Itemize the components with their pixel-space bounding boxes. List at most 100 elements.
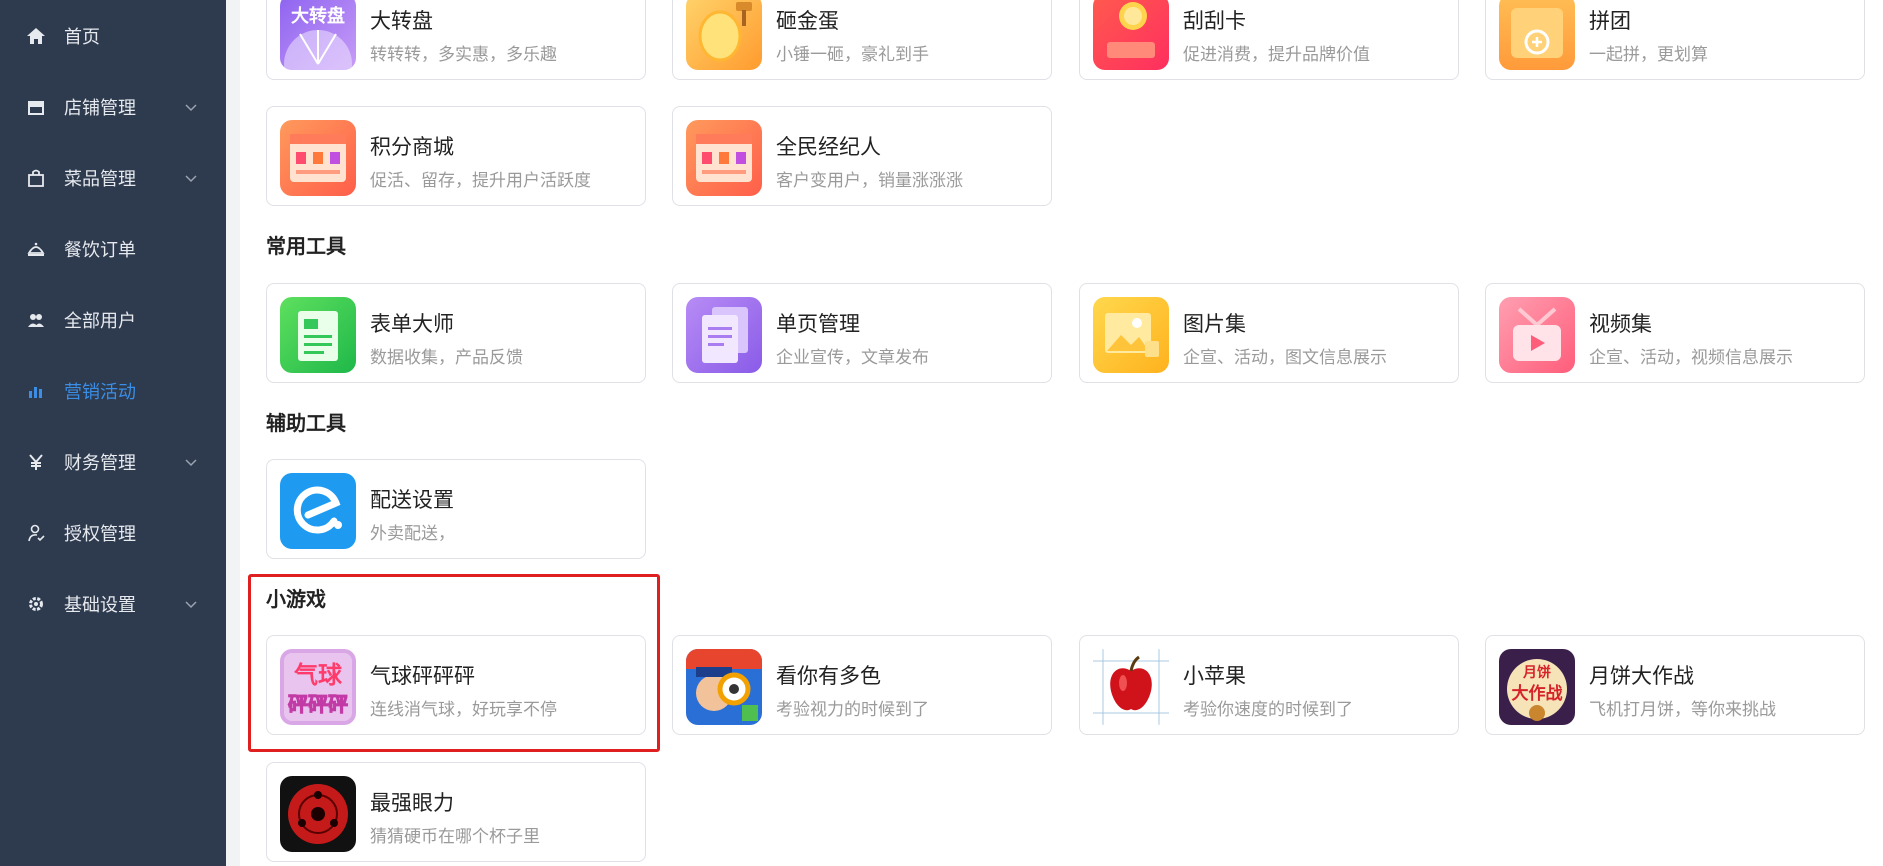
card-single-page[interactable]: 单页管理 企业宣传，文章发布 xyxy=(672,283,1052,383)
sidebar-item-authorization[interactable]: 授权管理 xyxy=(0,508,226,558)
card-title: 最强眼力 xyxy=(370,791,454,815)
sidebar-item-finance[interactable]: 财务管理 xyxy=(0,437,226,487)
home-icon xyxy=(24,24,48,48)
chevron-down-icon xyxy=(184,171,198,185)
sidebar-item-settings[interactable]: 基础设置 xyxy=(0,579,226,629)
card-desc: 小锤一砸，豪礼到手 xyxy=(776,45,929,65)
chevron-down-icon xyxy=(184,100,198,114)
gallery-icon xyxy=(1093,297,1169,373)
svg-text:砰砰砰: 砰砰砰 xyxy=(288,692,348,716)
page-icon xyxy=(686,297,762,373)
section-title-aux-tools: 辅助工具 xyxy=(266,411,346,435)
card-desc: 数据收集，产品反馈 xyxy=(370,348,523,368)
balloon-game-icon: 气球 砰砰砰 xyxy=(280,649,356,725)
broker-icon xyxy=(686,120,762,196)
card-golden-egg[interactable]: 砸金蛋 小锤一砸，豪礼到手 xyxy=(672,0,1052,80)
card-title: 积分商城 xyxy=(370,135,454,159)
main-area: 大转盘 大转盘 转转转，多实惠，多乐趣 砸金蛋 小锤一砸，豪礼到手 刮刮卡 促进… xyxy=(226,0,1883,866)
delivery-icon xyxy=(280,473,356,549)
card-scratch-card[interactable]: 刮刮卡 促进消费，提升品牌价值 xyxy=(1079,0,1459,80)
eye-icon xyxy=(280,776,356,852)
card-title: 图片集 xyxy=(1183,312,1246,336)
points-mall-icon xyxy=(280,120,356,196)
card-title: 看你有多色 xyxy=(776,664,881,688)
card-title: 视频集 xyxy=(1589,312,1652,336)
store-icon xyxy=(24,95,48,119)
card-title: 刮刮卡 xyxy=(1183,9,1246,33)
color-game-icon xyxy=(686,649,762,725)
sidebar-item-label: 菜品管理 xyxy=(64,169,136,190)
card-title: 表单大师 xyxy=(370,312,454,336)
card-form-master[interactable]: 表单大师 数据收集，产品反馈 xyxy=(266,283,646,383)
card-little-apple[interactable]: 小苹果 考验你速度的时候到了 xyxy=(1079,635,1459,735)
wheel-icon: 大转盘 xyxy=(280,0,356,70)
sidebar-item-marketing[interactable]: 营销活动 xyxy=(0,366,226,416)
card-desc: 外卖配送， xyxy=(370,524,455,544)
card-title: 砸金蛋 xyxy=(776,9,839,33)
golden-egg-icon xyxy=(686,0,762,70)
svg-text:月饼: 月饼 xyxy=(1522,664,1551,681)
section-title-common-tools: 常用工具 xyxy=(266,234,346,258)
sidebar-item-home[interactable]: 首页 xyxy=(0,11,226,61)
card-title: 小苹果 xyxy=(1183,664,1246,688)
sidebar-item-orders[interactable]: 餐饮订单 xyxy=(0,224,226,274)
sidebar-item-dishes[interactable]: 菜品管理 xyxy=(0,153,226,203)
card-mooncake-battle[interactable]: 月饼 大作战 月饼大作战 飞机打月饼，等你来挑战 xyxy=(1485,635,1865,735)
bag-icon xyxy=(24,166,48,190)
chevron-down-icon xyxy=(184,597,198,611)
card-desc: 促进消费，提升品牌价值 xyxy=(1183,45,1370,65)
card-points-mall[interactable]: 积分商城 促活、留存，提升用户活跃度 xyxy=(266,106,646,206)
content-panel: 大转盘 大转盘 转转转，多实惠，多乐趣 砸金蛋 小锤一砸，豪礼到手 刮刮卡 促进… xyxy=(240,0,1883,866)
card-title: 大转盘 xyxy=(370,9,433,33)
mooncake-icon: 月饼 大作战 xyxy=(1499,649,1575,725)
user-auth-icon xyxy=(24,521,48,545)
apple-icon xyxy=(1093,649,1169,725)
card-gallery[interactable]: 图片集 企宣、活动，图文信息展示 xyxy=(1079,283,1459,383)
sidebar-item-label: 营销活动 xyxy=(64,382,136,403)
card-desc: 一起拼，更划算 xyxy=(1589,45,1708,65)
card-balloon-game[interactable]: 气球 砰砰砰 气球砰砰砰 连线消气球，好玩享不停 xyxy=(266,635,646,735)
svg-text:大转盘: 大转盘 xyxy=(291,5,345,27)
card-desc: 企宣、活动，视频信息展示 xyxy=(1589,348,1793,368)
card-desc: 飞机打月饼，等你来挑战 xyxy=(1589,700,1776,720)
sidebar-item-label: 财务管理 xyxy=(64,453,136,474)
card-strongest-eye[interactable]: 最强眼力 猜猜硬币在哪个杯子里 xyxy=(266,762,646,862)
card-desc: 企宣、活动，图文信息展示 xyxy=(1183,348,1387,368)
svg-text:大作战: 大作战 xyxy=(1512,683,1563,704)
card-title: 单页管理 xyxy=(776,312,860,336)
card-desc: 连线消气球，好玩享不停 xyxy=(370,700,557,720)
card-broker[interactable]: 全民经纪人 客户变用户，销量涨涨涨 xyxy=(672,106,1052,206)
card-delivery-settings[interactable]: 配送设置 外卖配送， xyxy=(266,459,646,559)
gear-icon xyxy=(24,592,48,616)
sidebar-item-label: 首页 xyxy=(64,27,100,48)
video-icon xyxy=(1499,297,1575,373)
card-desc: 客户变用户，销量涨涨涨 xyxy=(776,171,963,191)
yen-icon xyxy=(24,450,48,474)
card-desc: 促活、留存，提升用户活跃度 xyxy=(370,171,591,191)
card-wheel[interactable]: 大转盘 大转盘 转转转，多实惠，多乐趣 xyxy=(266,0,646,80)
card-color-game[interactable]: 看你有多色 考验视力的时候到了 xyxy=(672,635,1052,735)
form-icon xyxy=(280,297,356,373)
sidebar-item-store[interactable]: 店铺管理 xyxy=(0,82,226,132)
group-buy-icon xyxy=(1499,0,1575,70)
card-desc: 考验视力的时候到了 xyxy=(776,700,929,720)
scratch-card-icon xyxy=(1093,0,1169,70)
card-group-buy[interactable]: 拼团 一起拼，更划算 xyxy=(1485,0,1865,80)
chevron-down-icon xyxy=(184,455,198,469)
sidebar-item-label: 授权管理 xyxy=(64,524,136,545)
sidebar-item-users[interactable]: 全部用户 xyxy=(0,295,226,345)
card-desc: 转转转，多实惠，多乐趣 xyxy=(370,45,557,65)
card-title: 气球砰砰砰 xyxy=(370,664,475,688)
card-video-set[interactable]: 视频集 企宣、活动，视频信息展示 xyxy=(1485,283,1865,383)
svg-text:气球: 气球 xyxy=(293,661,343,689)
card-title: 拼团 xyxy=(1589,9,1631,33)
section-title-mini-games: 小游戏 xyxy=(266,587,326,611)
chart-icon xyxy=(24,379,48,403)
card-desc: 考验你速度的时候到了 xyxy=(1183,700,1353,720)
card-desc: 猜猜硬币在哪个杯子里 xyxy=(370,827,540,847)
card-title: 全民经纪人 xyxy=(776,135,881,159)
card-title: 月饼大作战 xyxy=(1589,664,1694,688)
sidebar-item-label: 餐饮订单 xyxy=(64,240,136,261)
sidebar-item-label: 店铺管理 xyxy=(64,98,136,119)
sidebar: 首页 店铺管理 菜品管理 餐饮订单 全部用户 营销活动 财务管理 授权管理 基础… xyxy=(0,0,226,866)
